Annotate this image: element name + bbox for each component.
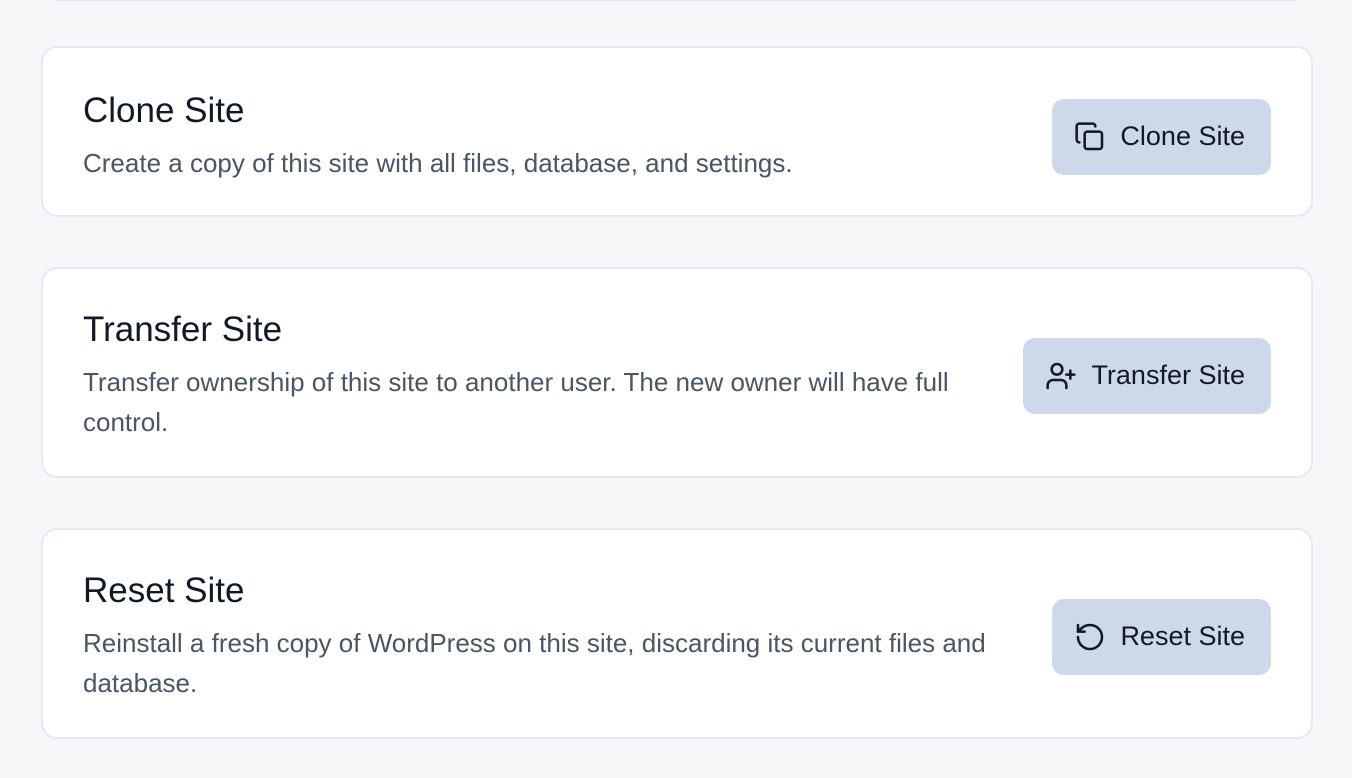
transfer-site-text: Transfer Site Transfer ownership of this… bbox=[83, 309, 1023, 442]
transfer-site-button-label: Transfer Site bbox=[1091, 360, 1245, 390]
transfer-site-card: Transfer Site Transfer ownership of this… bbox=[41, 267, 1313, 478]
reset-site-description: Reinstall a fresh copy of WordPress on t… bbox=[83, 628, 986, 698]
reset-site-card: Reset Site Reinstall a fresh copy of Wor… bbox=[41, 528, 1313, 739]
transfer-site-title: Transfer Site bbox=[83, 310, 283, 349]
copy-icon bbox=[1074, 121, 1106, 153]
clone-site-description: Create a copy of this site with all file… bbox=[83, 148, 793, 178]
reset-site-button[interactable]: Reset Site bbox=[1052, 598, 1271, 675]
transfer-site-button[interactable]: Transfer Site bbox=[1023, 337, 1271, 414]
clone-site-title: Clone Site bbox=[83, 91, 245, 130]
site-actions-list: Clone Site Create a copy of this site wi… bbox=[41, 46, 1313, 739]
reset-site-button-label: Reset Site bbox=[1120, 621, 1245, 651]
reset-site-title: Reset Site bbox=[83, 571, 245, 610]
clone-site-text: Clone Site Create a copy of this site wi… bbox=[83, 90, 1052, 183]
clone-site-card: Clone Site Create a copy of this site wi… bbox=[41, 46, 1313, 217]
reset-site-text: Reset Site Reinstall a fresh copy of Wor… bbox=[83, 570, 1052, 703]
user-plus-icon bbox=[1045, 360, 1077, 392]
transfer-site-description: Transfer ownership of this site to anoth… bbox=[83, 367, 949, 437]
previous-card-edge bbox=[41, 0, 1311, 1]
clone-site-button[interactable]: Clone Site bbox=[1052, 98, 1271, 175]
reset-icon bbox=[1074, 621, 1106, 653]
clone-site-button-label: Clone Site bbox=[1120, 121, 1245, 151]
